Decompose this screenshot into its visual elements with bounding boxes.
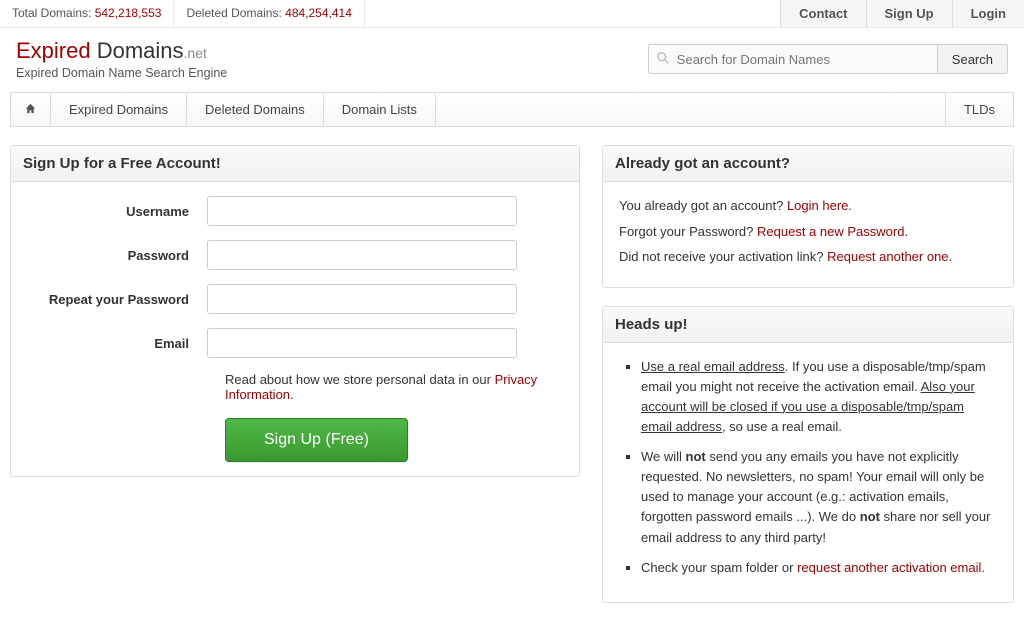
nav-tlds[interactable]: TLDs — [945, 93, 1013, 126]
privacy-note: Read about how we store personal data in… — [225, 372, 563, 402]
nav-home[interactable] — [11, 93, 51, 126]
brand[interactable]: Expired Domains.net Expired Domain Name … — [16, 38, 227, 80]
nav-deleted-domains[interactable]: Deleted Domains — [187, 93, 324, 126]
headsup-item-2: We will not send you any emails you have… — [641, 447, 997, 548]
headsup-item-1: Use a real email address. If you use a d… — [641, 357, 997, 438]
username-label: Username — [27, 204, 207, 219]
repeat-password-label: Repeat your Password — [27, 292, 207, 307]
headsup-panel: Heads up! Use a real email address. If y… — [602, 306, 1014, 603]
request-activation-email-link[interactable]: request another activation email — [797, 560, 981, 575]
nav-expired-domains[interactable]: Expired Domains — [51, 93, 187, 126]
home-icon — [25, 103, 36, 114]
repeat-password-field[interactable] — [207, 284, 517, 314]
login-link[interactable]: Login — [952, 0, 1024, 27]
brand-subtitle: Expired Domain Name Search Engine — [16, 66, 227, 80]
search-button[interactable]: Search — [938, 44, 1008, 74]
nav-domain-lists[interactable]: Domain Lists — [324, 93, 436, 126]
search-icon — [656, 51, 670, 65]
contact-link[interactable]: Contact — [780, 0, 865, 27]
password-label: Password — [27, 248, 207, 263]
signup-button[interactable]: Sign Up (Free) — [225, 418, 408, 462]
total-domains-stat: Total Domains: 542,218,553 — [0, 0, 174, 27]
headsup-item-3: Check your spam folder or request anothe… — [641, 558, 997, 578]
signup-panel-title: Sign Up for a Free Account! — [11, 146, 579, 182]
account-panel: Already got an account? You already got … — [602, 145, 1014, 288]
request-password-link[interactable]: Request a new Password — [757, 224, 904, 239]
signup-link[interactable]: Sign Up — [866, 0, 952, 27]
login-here-link[interactable]: Login here — [787, 198, 848, 213]
password-field[interactable] — [207, 240, 517, 270]
signup-panel: Sign Up for a Free Account! Username Pas… — [10, 145, 580, 477]
headsup-panel-title: Heads up! — [603, 307, 1013, 343]
email-label: Email — [27, 336, 207, 351]
username-field[interactable] — [207, 196, 517, 226]
request-activation-link[interactable]: Request another one — [827, 249, 948, 264]
account-panel-title: Already got an account? — [603, 146, 1013, 182]
email-field[interactable] — [207, 328, 517, 358]
deleted-domains-stat: Deleted Domains: 484,254,414 — [174, 0, 364, 27]
search-input[interactable] — [648, 44, 938, 74]
